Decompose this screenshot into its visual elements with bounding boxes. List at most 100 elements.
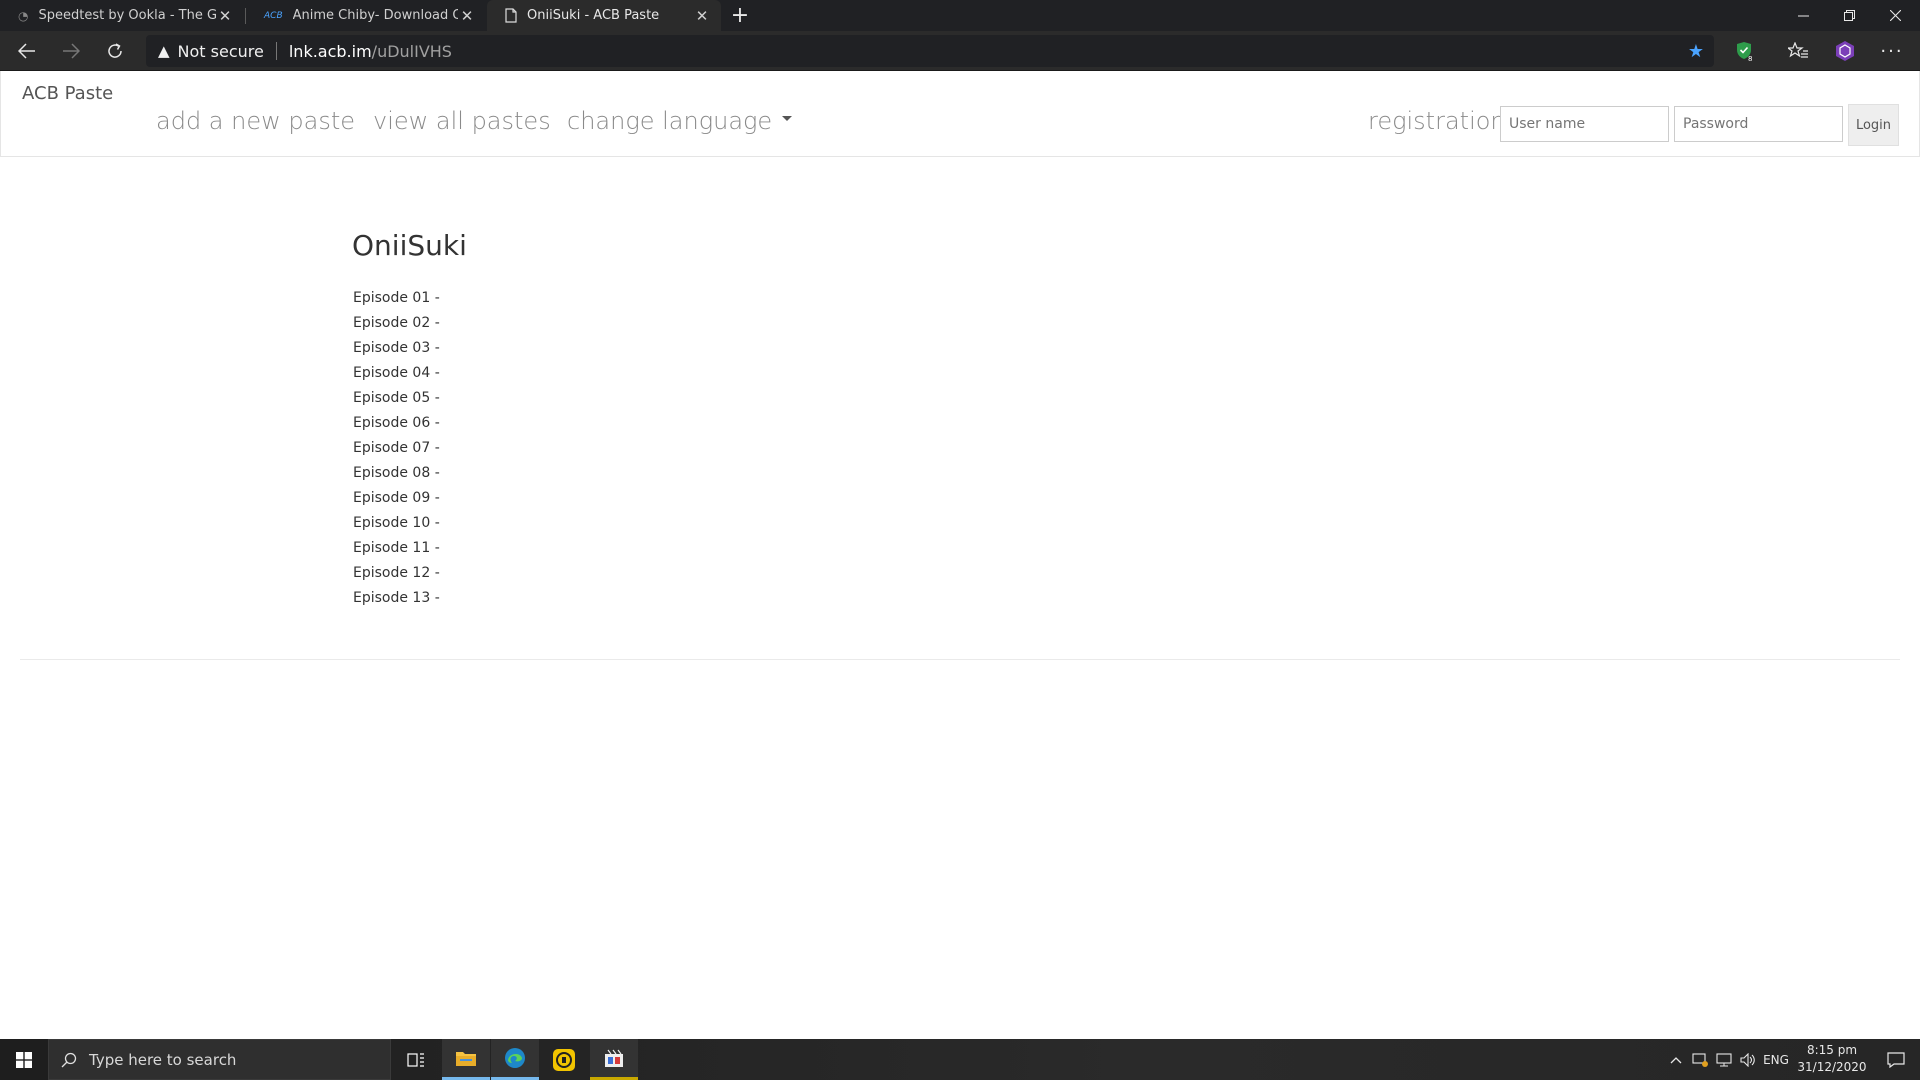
start-button[interactable]: [0, 1039, 48, 1080]
list-item: Episode 05 -: [353, 390, 440, 406]
site-navbar: ACB Paste add a new paste view all paste…: [0, 71, 1920, 157]
media-app[interactable]: [590, 1039, 638, 1080]
list-item: Episode 04 -: [353, 365, 440, 381]
restore-icon: [1843, 10, 1855, 21]
tab-title: OniiSuki - ACB Paste: [527, 8, 660, 23]
tab-close-icon[interactable]: ✕: [693, 7, 711, 25]
tab-oniisuki[interactable]: OniiSuki - ACB Paste ✕: [487, 0, 721, 31]
tab-close-icon[interactable]: ✕: [216, 7, 234, 25]
nav-add-paste[interactable]: add a new paste: [156, 107, 355, 135]
file-explorer-app[interactable]: [442, 1039, 490, 1080]
login-button[interactable]: Login: [1848, 104, 1899, 146]
nav-registration[interactable]: registration: [1368, 107, 1506, 135]
forward-button[interactable]: [54, 35, 88, 67]
paste-title: OniiSuki: [352, 229, 467, 262]
windows-taskbar: Type here to search ENG 8:15 pm 31/12/20…: [0, 1039, 1920, 1080]
edge-browser-app[interactable]: [491, 1039, 539, 1080]
browser-tab-bar: ◔ Speedtest by Ookla - The Global ✕ ACB …: [0, 0, 1920, 31]
list-item: Episode 13 -: [353, 590, 440, 606]
page-favicon-icon: [505, 8, 517, 23]
back-button[interactable]: [10, 35, 44, 67]
star-icon[interactable]: ★: [1688, 41, 1704, 62]
tray-security-button[interactable]: [1688, 1039, 1712, 1080]
nav-view-all[interactable]: view all pastes: [373, 107, 551, 135]
list-item: Episode 10 -: [353, 515, 440, 531]
url-host: lnk.acb.im: [288, 41, 372, 61]
speedtest-favicon-icon: ◔: [18, 8, 29, 23]
horizontal-divider: [20, 659, 1900, 660]
extension-badge-count: 8: [1748, 55, 1752, 62]
shield-extension-button[interactable]: 8: [1726, 35, 1762, 67]
shield-icon: 8: [1737, 42, 1752, 62]
password-input[interactable]: [1674, 106, 1843, 142]
list-item: Episode 11 -: [353, 540, 440, 556]
acb-favicon-icon: ACB: [264, 10, 283, 21]
avatar-icon: [1836, 41, 1854, 61]
close-icon: [1889, 10, 1901, 21]
clock-time: 8:15 pm: [1806, 1043, 1858, 1057]
tab-title: Speedtest by Ookla - The Global: [38, 8, 216, 23]
network-button[interactable]: [1712, 1039, 1736, 1080]
list-item: Episode 03 -: [353, 340, 440, 356]
taskbar-clock[interactable]: 8:15 pm 31/12/2020: [1792, 1042, 1872, 1076]
arrow-right-icon: [63, 43, 80, 59]
minimize-icon: [1797, 15, 1809, 17]
nav-change-language[interactable]: change language: [567, 107, 793, 135]
address-separator: [275, 42, 277, 60]
web-page: ACB Paste add a new paste view all paste…: [0, 71, 1920, 1039]
tab-title: Anime Chiby- Download Onii-ch: [292, 8, 458, 23]
caret-down-icon: [782, 116, 793, 121]
task-view-icon: [407, 1052, 424, 1067]
minimize-button[interactable]: [1780, 0, 1826, 31]
search-icon: [61, 1052, 77, 1067]
favorites-button[interactable]: [1780, 35, 1816, 67]
windows-logo-icon: [16, 1051, 32, 1068]
clock-date: 31/12/2020: [1797, 1060, 1867, 1074]
favorites-list-icon: [1788, 42, 1808, 58]
list-item: Episode 02 -: [353, 315, 440, 331]
settings-menu-button[interactable]: ···: [1874, 35, 1910, 67]
reload-button[interactable]: [98, 35, 132, 67]
search-placeholder: Type here to search: [89, 1050, 237, 1069]
not-secure-label[interactable]: Not secure: [178, 42, 264, 61]
folder-icon: [456, 1052, 476, 1066]
change-language-label: change language: [567, 107, 773, 135]
browser-toolbar: ▲ Not secure lnk.acb.im /uDulIVHS ★ 8 ··…: [0, 31, 1920, 71]
task-view-button[interactable]: [392, 1039, 440, 1080]
warning-triangle-icon[interactable]: ▲: [158, 42, 170, 60]
speaker-icon: [1740, 1052, 1755, 1067]
new-tab-button[interactable]: +: [726, 0, 754, 31]
show-hidden-icons-button[interactable]: [1664, 1039, 1688, 1080]
site-brand[interactable]: ACB Paste: [22, 83, 113, 104]
username-input[interactable]: [1500, 106, 1669, 142]
security-monitor-icon: [1692, 1052, 1708, 1067]
reload-icon: [108, 43, 122, 58]
list-item: Episode 06 -: [353, 415, 440, 431]
tab-speedtest[interactable]: ◔ Speedtest by Ookla - The Global ✕: [0, 0, 244, 31]
list-item: Episode 09 -: [353, 490, 440, 506]
edge-logo-icon: [505, 1048, 525, 1068]
tab-anime-chiby[interactable]: ACB Anime Chiby- Download Onii-ch ✕: [246, 0, 486, 31]
list-item: Episode 07 -: [353, 440, 440, 456]
film-clapper-icon: [605, 1049, 623, 1067]
list-item: Episode 12 -: [353, 565, 440, 581]
restore-button[interactable]: [1826, 0, 1872, 31]
volume-button[interactable]: [1736, 1039, 1760, 1080]
more-dots-icon: ···: [1880, 40, 1904, 62]
close-window-button[interactable]: [1872, 0, 1918, 31]
input-language-button[interactable]: ENG: [1760, 1039, 1792, 1080]
address-bar[interactable]: ▲ Not secure lnk.acb.im /uDulIVHS ★: [146, 35, 1714, 67]
tab-close-icon[interactable]: ✕: [458, 7, 476, 25]
pinned-yellow-app[interactable]: [540, 1039, 588, 1080]
network-icon: [1716, 1052, 1732, 1066]
notification-icon: [1887, 1051, 1905, 1068]
list-item: Episode 08 -: [353, 465, 440, 481]
list-item: Episode 01 -: [353, 290, 440, 306]
arrow-left-icon: [18, 43, 35, 59]
profile-button[interactable]: [1827, 35, 1863, 67]
chevron-up-icon: [1670, 1056, 1682, 1063]
taskbar-search-box[interactable]: Type here to search: [48, 1039, 391, 1080]
episode-list: Episode 01 - Episode 02 - Episode 03 - E…: [353, 286, 440, 611]
chat-app-icon: [553, 1048, 575, 1071]
action-center-button[interactable]: [1872, 1039, 1920, 1080]
